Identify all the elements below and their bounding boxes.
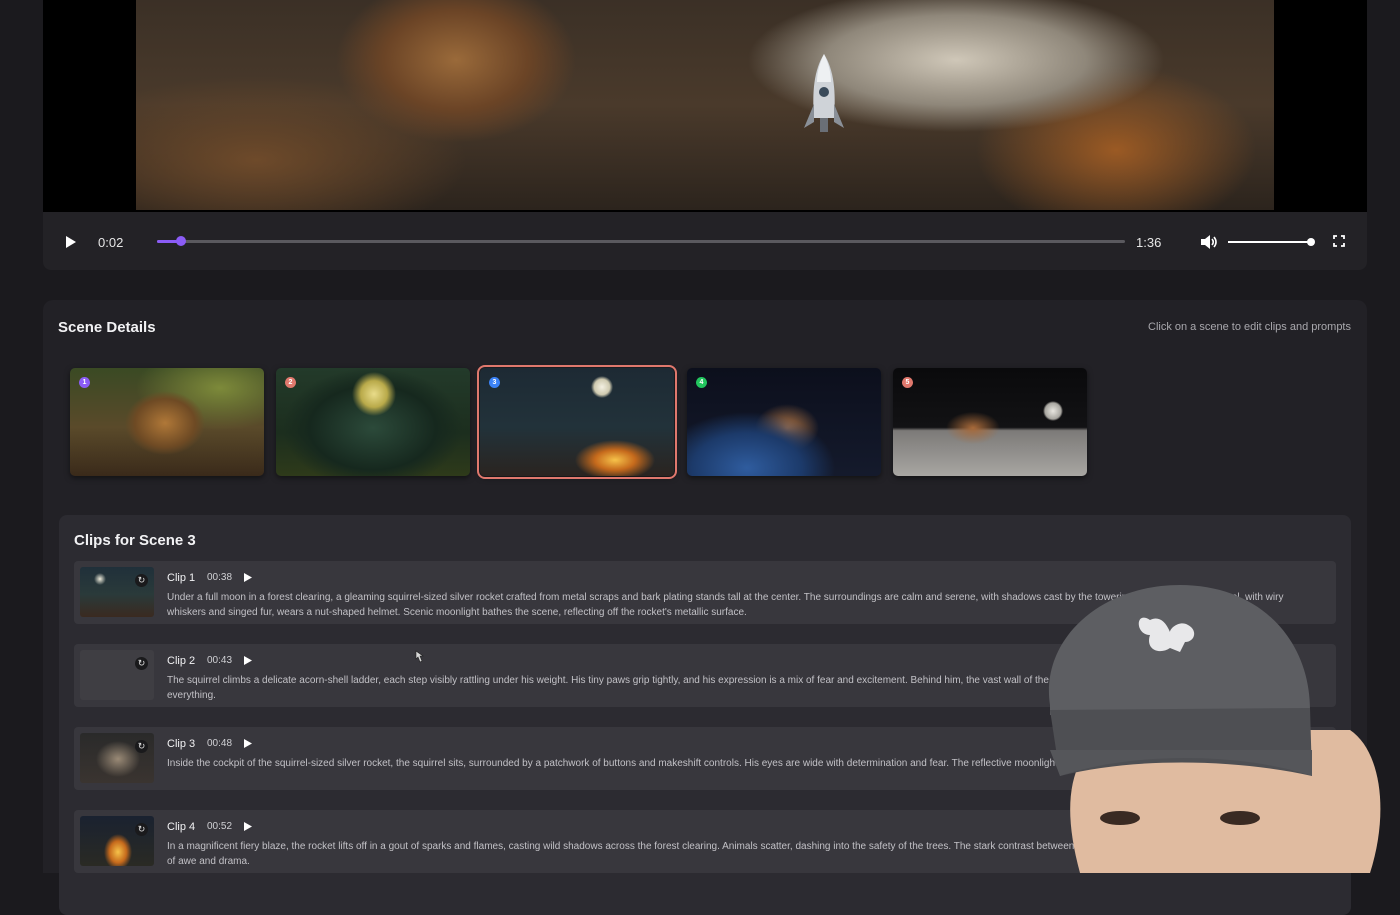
scene-thumbnail-2[interactable]: 2	[276, 368, 470, 476]
scene-thumbnail-4[interactable]: 4	[687, 368, 881, 476]
volume-slider[interactable]	[1228, 238, 1316, 246]
webcam-overlay	[1048, 585, 1381, 873]
clip-label: Clip 1	[167, 572, 196, 584]
refresh-icon[interactable]: ↻	[135, 740, 148, 753]
play-icon[interactable]	[65, 235, 77, 249]
progress-bar[interactable]	[157, 236, 1125, 246]
clip-thumbnail[interactable]: ↻	[80, 733, 154, 783]
clip-label: Clip 3	[167, 738, 196, 750]
scene-number-badge: 5	[902, 377, 913, 388]
progress-handle[interactable]	[176, 236, 187, 246]
play-icon[interactable]	[244, 656, 252, 665]
clip-duration: 00:43	[207, 655, 233, 666]
clip-label: Clip 2	[167, 655, 196, 667]
fullscreen-icon[interactable]	[1333, 235, 1345, 247]
total-time: 1:36	[1136, 235, 1162, 250]
scene-thumbnail-3[interactable]: 3	[477, 365, 677, 479]
clip-duration: 00:38	[207, 572, 233, 583]
clip-duration: 00:52	[207, 821, 233, 832]
video-player: 0:02 1:36	[43, 0, 1367, 270]
clip-thumbnail[interactable]: ↻	[80, 650, 154, 700]
play-icon[interactable]	[244, 822, 252, 831]
play-icon[interactable]	[244, 573, 252, 582]
scene-number-badge: 1	[79, 377, 90, 388]
volume-icon[interactable]	[1200, 234, 1218, 250]
player-controls: 0:02 1:36	[43, 212, 1367, 270]
clip-thumbnail[interactable]: ↻	[80, 567, 154, 617]
clip-duration: 00:48	[207, 738, 233, 749]
volume-handle[interactable]	[1307, 238, 1316, 246]
refresh-icon[interactable]: ↻	[135, 657, 148, 670]
scene-number-badge: 2	[285, 377, 296, 388]
scene-details-hint: Click on a scene to edit clips and promp…	[1148, 321, 1351, 333]
scene-details-title: Scene Details	[58, 319, 156, 336]
scene-number-badge: 3	[489, 377, 500, 388]
video-frame	[136, 0, 1274, 210]
scene-number-badge: 4	[696, 377, 707, 388]
scene-thumbnail-5[interactable]: 5	[893, 368, 1087, 476]
video-area[interactable]	[43, 0, 1367, 212]
clip-thumbnail[interactable]: ↻	[80, 816, 154, 866]
volume-fill	[1228, 241, 1312, 243]
play-icon[interactable]	[244, 739, 252, 748]
refresh-icon[interactable]: ↻	[135, 823, 148, 836]
current-time: 0:02	[98, 235, 124, 250]
clip-label: Clip 4	[167, 821, 196, 833]
clips-title: Clips for Scene 3	[74, 532, 196, 549]
mouse-cursor-icon	[415, 650, 424, 663]
rocket-illustration	[804, 54, 844, 132]
scene-thumbnail-1[interactable]: 1	[70, 368, 264, 476]
refresh-icon[interactable]: ↻	[135, 574, 148, 587]
